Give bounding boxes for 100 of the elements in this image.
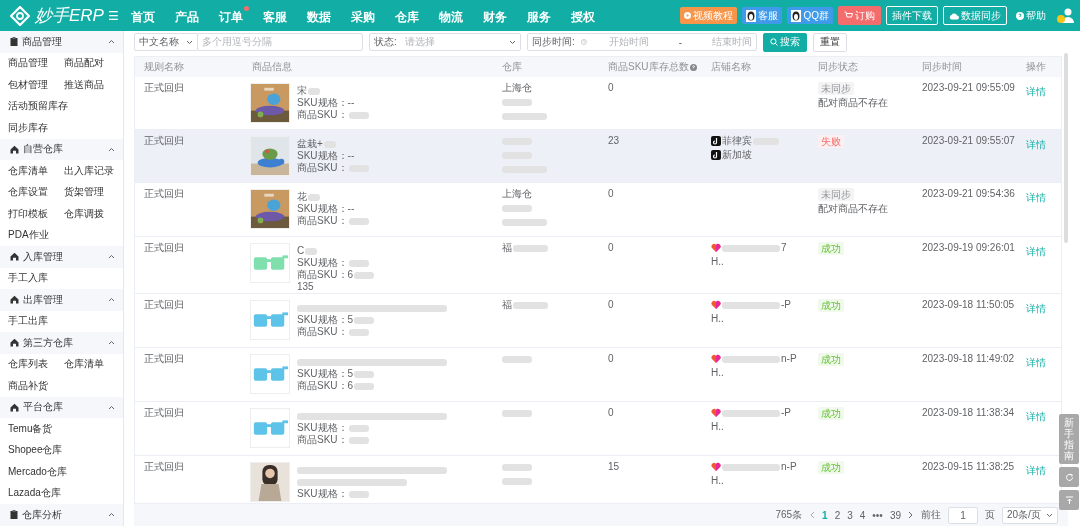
sidebar-item[interactable]: 仓库清单 bbox=[0, 160, 48, 182]
sidebar-item[interactable]: 商品管理 bbox=[0, 52, 48, 74]
cell-text: 商品SKU： bbox=[297, 162, 348, 174]
sidebar-item[interactable]: Temu备货 bbox=[0, 418, 53, 440]
sidebar-item[interactable]: Lazada仓库 bbox=[0, 482, 61, 504]
sidebar-section-header[interactable]: 仓库分析 bbox=[0, 504, 123, 526]
sync-time: 2023-09-18 11:38:34 bbox=[922, 407, 1016, 419]
rule-name: 正式回归 bbox=[144, 461, 185, 473]
cell-text: SKU规格：-- bbox=[297, 150, 355, 162]
page-number[interactable]: 2 bbox=[834, 509, 841, 521]
sidebar-item[interactable]: 货架管理 bbox=[56, 181, 104, 203]
cell-text: 福 bbox=[502, 299, 512, 311]
column-header: 规则名称 bbox=[143, 60, 185, 74]
sidebar-item[interactable]: 打印模板 bbox=[0, 203, 48, 225]
rule-name: 正式回归 bbox=[144, 188, 185, 200]
cell-text: 盆栽+ bbox=[297, 138, 323, 150]
question-icon bbox=[1016, 11, 1024, 20]
cell-text: SKU规格：-- bbox=[297, 203, 355, 215]
chevron-down-icon bbox=[1046, 512, 1053, 518]
reset-button[interactable]: 重置 bbox=[813, 32, 847, 52]
avatar-icon[interactable] bbox=[1056, 6, 1074, 25]
shop-name: 菲律宾 bbox=[722, 135, 752, 147]
search-icon bbox=[770, 38, 778, 46]
page-size-select[interactable]: 20条/页 bbox=[1002, 506, 1058, 524]
sidebar-item[interactable]: 出入库记录 bbox=[56, 160, 114, 182]
sidebar-item[interactable]: 仓库清单 bbox=[56, 353, 104, 375]
sync-time: 2023-09-21 09:55:07 bbox=[922, 135, 1016, 147]
cloud-icon bbox=[949, 11, 959, 20]
sidebar-section-header[interactable]: 商品管理 bbox=[0, 31, 123, 53]
status-tag: 成功 bbox=[818, 407, 844, 420]
cell-text: SKU规格：5 bbox=[297, 368, 354, 380]
sidebar-section-header[interactable]: 平台仓库 bbox=[0, 396, 123, 418]
clock-icon bbox=[580, 38, 587, 46]
sidebar-item[interactable]: 仓库设置 bbox=[0, 181, 48, 203]
sidebar-section-header[interactable]: 自营仓库 bbox=[0, 138, 123, 160]
sync-time: 2023-09-19 09:26:01 bbox=[922, 242, 1016, 254]
heart-icon bbox=[711, 462, 721, 472]
sidebar-item[interactable]: 手工入库 bbox=[0, 267, 48, 289]
penguin-icon bbox=[791, 9, 802, 22]
question-icon bbox=[689, 63, 697, 71]
chevron-down-icon bbox=[186, 39, 193, 45]
house-icon bbox=[10, 144, 19, 154]
heart-icon bbox=[711, 243, 721, 253]
sidebar-item[interactable]: 商品配对 bbox=[56, 52, 104, 74]
cell-text: SKU规格： bbox=[297, 488, 348, 500]
sidebar-item[interactable]: 手工出库 bbox=[0, 310, 48, 332]
rule-name: 正式回归 bbox=[144, 299, 185, 311]
page-number[interactable]: 4 bbox=[859, 509, 866, 521]
rule-name: 正式回归 bbox=[144, 353, 185, 365]
shop-name: 7 bbox=[781, 242, 787, 254]
shop-name: -P bbox=[781, 407, 791, 419]
sync-time: 2023-09-15 11:38:25 bbox=[922, 461, 1016, 473]
sidebar-section-header[interactable]: 出库管理 bbox=[0, 289, 123, 311]
cell-text: 商品SKU： bbox=[297, 326, 348, 338]
heart-icon bbox=[711, 354, 721, 364]
play-icon bbox=[684, 12, 692, 19]
sidebar-item[interactable]: 包材管理 bbox=[0, 74, 48, 96]
shop-name: -P bbox=[781, 299, 791, 311]
heart-icon bbox=[711, 300, 721, 310]
sidebar-item[interactable]: 同步库存 bbox=[0, 117, 48, 139]
status-select[interactable]: 状态: 请选择 bbox=[369, 33, 521, 51]
sidebar-item[interactable]: 推送商品 bbox=[56, 74, 104, 96]
shop-name: H.. bbox=[711, 421, 724, 433]
rule-name: 正式回归 bbox=[144, 242, 185, 254]
stock-count: 0 bbox=[608, 82, 615, 94]
house-icon bbox=[10, 295, 19, 305]
field-select[interactable]: 中文名称 bbox=[134, 33, 198, 51]
page-ellipsis: ••• bbox=[872, 509, 883, 521]
page-number[interactable]: 3 bbox=[847, 509, 853, 521]
chevron-right-icon[interactable] bbox=[908, 511, 914, 519]
stock-count: 0 bbox=[608, 242, 615, 254]
sidebar-item[interactable]: Mercado仓库 bbox=[0, 461, 67, 483]
refresh-button[interactable] bbox=[1059, 467, 1079, 487]
clipboard-icon bbox=[10, 37, 18, 47]
goto-label: 前往 bbox=[921, 508, 941, 522]
sidebar-item[interactable]: 活动预留库存 bbox=[0, 95, 68, 117]
status-note: 配对商品不存在 bbox=[818, 97, 889, 109]
sidebar-item[interactable]: 仓库调拨 bbox=[56, 203, 104, 225]
cell-text: SKU规格：-- bbox=[297, 97, 355, 109]
shop-name: H.. bbox=[711, 313, 724, 325]
page-input[interactable]: 1 bbox=[948, 506, 978, 524]
sidebar-item[interactable]: Shopee仓库 bbox=[0, 439, 63, 461]
shop-name: 新加坡 bbox=[722, 149, 752, 161]
house-icon bbox=[10, 402, 19, 412]
cell-text: 商品SKU：6 bbox=[297, 380, 354, 392]
cell-text: 商品SKU： bbox=[297, 434, 348, 446]
stock-count: 0 bbox=[608, 353, 615, 365]
column-header: 操作 bbox=[1025, 60, 1047, 74]
table-row[interactable]: 正式回归 盆栽+ SKU规格：-- 商品SKU： 23 菲律宾 新加坡 失败 2023-09-21 09:55:07 详情 bbox=[135, 130, 1061, 183]
sidebar-section-header[interactable]: 第三方仓库 bbox=[0, 332, 123, 354]
sidebar-section-header[interactable]: 入库管理 bbox=[0, 246, 123, 268]
back-to-top-button[interactable] bbox=[1059, 490, 1079, 510]
refresh-icon bbox=[1064, 472, 1074, 482]
stock-count: 0 bbox=[608, 188, 615, 200]
page-number[interactable]: 39 bbox=[889, 509, 901, 521]
sidebar-item[interactable]: 商品补货 bbox=[0, 375, 48, 397]
sidebar-item[interactable]: PDA作业 bbox=[0, 224, 49, 246]
date-range-field[interactable]: 同步时间: 开始时间 - 结束时间 bbox=[527, 33, 757, 51]
sidebar-item[interactable]: 仓库列表 bbox=[0, 353, 48, 375]
chevron-left-icon[interactable] bbox=[809, 511, 816, 519]
